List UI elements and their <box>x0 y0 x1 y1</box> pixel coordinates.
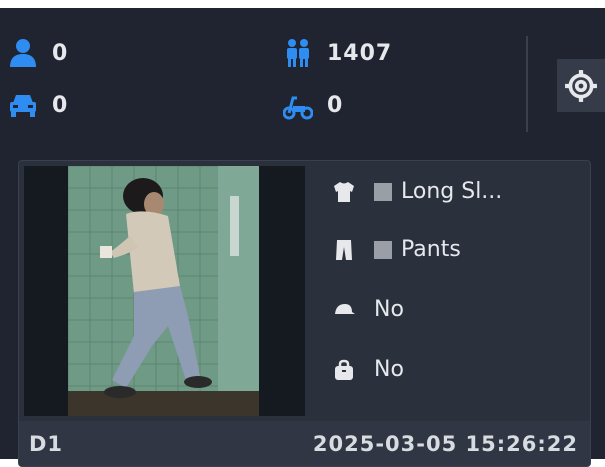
pants-icon <box>332 238 356 262</box>
person-count-value: 0 <box>52 40 69 66</box>
timestamp-label: 2025-03-05 15:26:22 <box>312 431 578 456</box>
person-icon <box>8 38 38 68</box>
attribute-top-label: Long Sl... <box>401 179 503 204</box>
crowd-count-value: 1407 <box>327 40 393 66</box>
attribute-bottom: Pants <box>332 237 461 262</box>
hat-icon <box>332 298 356 322</box>
top-clothing-icon <box>332 180 356 204</box>
attribute-bag: No <box>332 357 404 382</box>
car-icon <box>8 90 38 120</box>
detection-panel: 0 1407 0 0 Long Sl... Pants No No D1 202… <box>0 8 605 467</box>
attribute-bag-label: No <box>374 357 404 382</box>
detection-card[interactable]: Long Sl... Pants No No D1 2025-03-05 15:… <box>18 160 591 467</box>
nonmotor-count: 0 <box>283 90 343 120</box>
scooter-icon <box>283 90 313 120</box>
bag-icon <box>332 358 356 382</box>
settings-button[interactable] <box>557 59 605 112</box>
crowd-count: 1407 <box>283 38 392 68</box>
snapshot-image[interactable] <box>68 166 259 416</box>
channel-label: D1 <box>29 431 64 456</box>
attribute-top: Long Sl... <box>332 179 502 204</box>
divider <box>526 36 528 132</box>
attribute-hat-label: No <box>374 297 404 322</box>
gear-icon <box>565 69 597 102</box>
record-footer: D1 2025-03-05 15:26:22 <box>19 421 590 466</box>
nonmotor-count-value: 0 <box>327 92 344 118</box>
person-count: 0 <box>8 38 68 68</box>
vehicle-count: 0 <box>8 90 68 120</box>
attribute-bottom-label: Pants <box>401 237 461 262</box>
top-color-swatch <box>374 182 392 201</box>
vehicle-count-value: 0 <box>52 92 69 118</box>
bottom-color-swatch <box>374 240 392 259</box>
attribute-hat: No <box>332 297 404 322</box>
people-icon <box>283 38 313 68</box>
